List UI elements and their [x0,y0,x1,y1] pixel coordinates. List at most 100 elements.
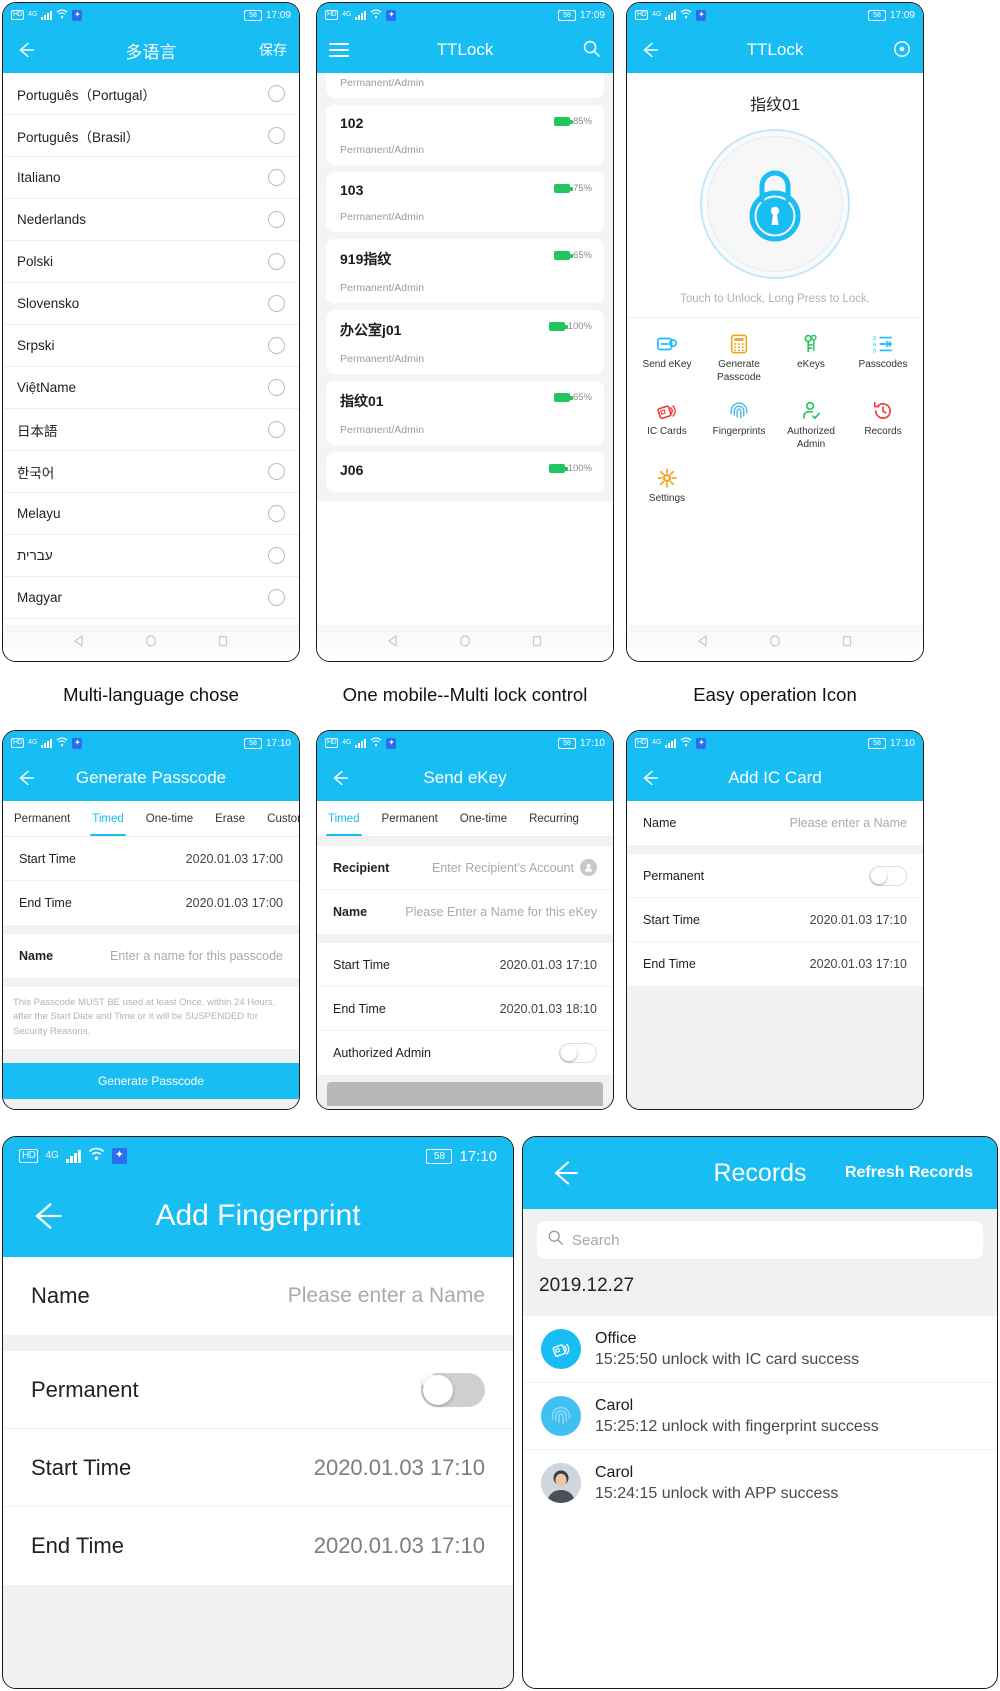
back-arrow-icon[interactable] [547,1155,583,1191]
back-arrow-icon[interactable] [329,767,351,789]
radio-button[interactable] [268,505,285,522]
ekey-name-input[interactable]: Please Enter a Name for this eKey [405,905,597,919]
permanent-toggle[interactable] [869,865,907,886]
nav-home-icon[interactable] [768,634,782,653]
save-button[interactable]: 保存 [259,40,287,60]
lock-card[interactable]: 指纹01 65% Permanent/Admin [326,381,604,445]
radio-button[interactable] [268,253,285,270]
action-authorized-admin[interactable]: Authorized Admin [775,395,847,456]
language-item[interactable]: Magyar [3,577,299,619]
refresh-records-button[interactable]: Refresh Records [845,1164,973,1182]
language-item[interactable]: Italiano [3,157,299,199]
hamburger-icon[interactable] [329,39,349,61]
end-time-row[interactable]: End Time 2020.01.03 17:10 [3,1507,513,1585]
nav-recents-icon[interactable] [530,634,544,653]
recipient-input[interactable]: Enter Recipient's Account [432,861,574,875]
name-row[interactable]: Name Please enter a Name [3,1257,513,1335]
tab-erase[interactable]: Erase [204,801,256,836]
nav-back-icon[interactable] [386,634,400,653]
lock-card[interactable]: 102 85% Permanent/Admin [326,105,604,165]
language-item[interactable]: 日本語 [3,409,299,451]
language-item[interactable]: Slovensko [3,283,299,325]
nav-recents-icon[interactable] [216,634,230,653]
back-arrow-icon[interactable] [639,767,661,789]
lock-card[interactable]: 办公室j01 100% Permanent/Admin [326,310,604,374]
permanent-row[interactable]: Permanent [3,1351,513,1429]
radio-button[interactable] [268,169,285,186]
name-input[interactable]: Please enter a Name [288,1284,485,1308]
name-input[interactable]: Enter a name for this passcode [110,949,283,963]
end-time-row[interactable]: End Time 2020.01.03 17:10 [627,942,923,986]
end-time-row[interactable]: End Time 2020.01.03 17:00 [3,881,299,925]
language-item[interactable]: Português（Portugal） [3,73,299,115]
permanent-toggle[interactable] [421,1372,485,1407]
name-input[interactable]: Please enter a Name [790,816,907,830]
action-generate-passcode[interactable]: Generate Passcode [703,328,775,389]
record-row[interactable]: Office 15:25:50 unlock with IC card succ… [523,1315,997,1382]
unlock-button[interactable] [700,129,850,279]
language-item[interactable]: 한국어 [3,451,299,493]
tab-recurring[interactable]: Recurring [518,801,590,836]
tab-custom[interactable]: Custom [256,801,299,836]
tab-timed[interactable]: Timed [81,801,135,836]
lock-card[interactable]: 919指纹 65% Permanent/Admin [326,239,604,303]
back-arrow-icon[interactable] [15,39,37,61]
radio-button[interactable] [268,421,285,438]
authorized-admin-row[interactable]: Authorized Admin [317,1031,613,1075]
action-passcodes[interactable]: 369 Passcodes [847,328,919,389]
language-item[interactable]: Português（Brasil） [3,115,299,157]
language-item[interactable]: Melayu [3,493,299,535]
lock-card[interactable]: 103 75% Permanent/Admin [326,172,604,232]
target-circle-icon[interactable] [893,40,911,61]
nav-back-icon[interactable] [696,634,710,653]
name-row[interactable]: Name Enter a name for this passcode [3,934,299,978]
start-time-row[interactable]: Start Time 2020.01.03 17:10 [627,898,923,942]
record-row[interactable]: Carol 15:25:12 unlock with fingerprint s… [523,1382,997,1449]
nav-home-icon[interactable] [144,634,158,653]
language-item[interactable]: Srpski [3,325,299,367]
action-records[interactable]: Records [847,395,919,456]
ekey-name-row[interactable]: Name Please Enter a Name for this eKey [317,890,613,934]
radio-button[interactable] [268,463,285,480]
start-time-row[interactable]: Start Time 2020.01.03 17:10 [3,1429,513,1507]
action-settings[interactable]: Settings [631,462,703,511]
tab-one-time[interactable]: One-time [449,801,518,836]
radio-button[interactable] [268,211,285,228]
start-time-row[interactable]: Start Time 2020.01.03 17:10 [317,943,613,987]
language-item[interactable]: ViệtName [3,367,299,409]
action-send-ekey[interactable]: Send eKey [631,328,703,389]
back-arrow-icon[interactable] [15,767,37,789]
radio-button[interactable] [268,547,285,564]
language-item[interactable]: עברית [3,535,299,577]
action-ekeys[interactable]: eKeys [775,328,847,389]
tab-one-time[interactable]: One-time [135,801,204,836]
action-ic-cards[interactable]: IC Cards [631,395,703,456]
tab-timed[interactable]: Timed [317,801,371,836]
radio-button[interactable] [268,379,285,396]
lock-card[interactable]: J06 100% [326,452,604,492]
lock-card-partial[interactable]: Permanent/Admin [326,73,604,98]
send-button-partial[interactable] [327,1082,603,1106]
end-time-row[interactable]: End Time 2020.01.03 18:10 [317,987,613,1031]
start-time-row[interactable]: Start Time 2020.01.03 17:00 [3,837,299,881]
radio-button[interactable] [268,85,285,102]
action-fingerprints[interactable]: Fingerprints [703,395,775,456]
search-icon[interactable] [582,39,601,61]
tab-permanent[interactable]: Permanent [3,801,81,836]
generate-passcode-button[interactable]: Generate Passcode [3,1062,299,1099]
nav-home-icon[interactable] [458,634,472,653]
nav-back-icon[interactable] [72,634,86,653]
radio-button[interactable] [268,295,285,312]
language-item[interactable]: Polski [3,241,299,283]
recipient-row[interactable]: Recipient Enter Recipient's Account [317,846,613,890]
record-row[interactable]: Carol 15:24:15 unlock with APP success [523,1449,997,1516]
back-arrow-icon[interactable] [639,39,661,61]
back-arrow-icon[interactable] [27,1196,67,1236]
contact-avatar-icon[interactable] [580,859,597,876]
name-row[interactable]: Name Please enter a Name [627,801,923,845]
radio-button[interactable] [268,337,285,354]
tab-permanent[interactable]: Permanent [371,801,449,836]
language-item[interactable]: Nederlands [3,199,299,241]
permanent-row[interactable]: Permanent [627,854,923,898]
radio-button[interactable] [268,127,285,144]
